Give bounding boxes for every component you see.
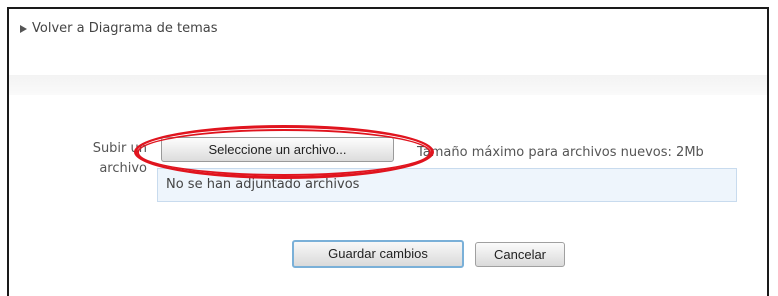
back-to-topics-link[interactable]: Volver a Diagrama de temas — [20, 21, 218, 36]
upload-label: Subir un archivo — [92, 141, 147, 176]
triangle-right-icon — [20, 24, 27, 33]
back-link-label: Volver a Diagrama de temas — [32, 21, 218, 36]
select-file-button[interactable]: Seleccione un archivo... — [161, 137, 394, 162]
content-frame: Volver a Diagrama de temas Subir un arch… — [7, 7, 769, 296]
cancel-button[interactable]: Cancelar — [475, 242, 565, 267]
save-changes-button[interactable]: Guardar cambios — [292, 240, 464, 268]
no-files-message: No se han adjuntado archivos — [166, 177, 360, 192]
attached-files-box: No se han adjuntado archivos — [157, 168, 737, 202]
section-divider — [9, 75, 767, 95]
max-size-note: Tamaño máximo para archivos nuevos: 2Mb — [417, 145, 704, 160]
